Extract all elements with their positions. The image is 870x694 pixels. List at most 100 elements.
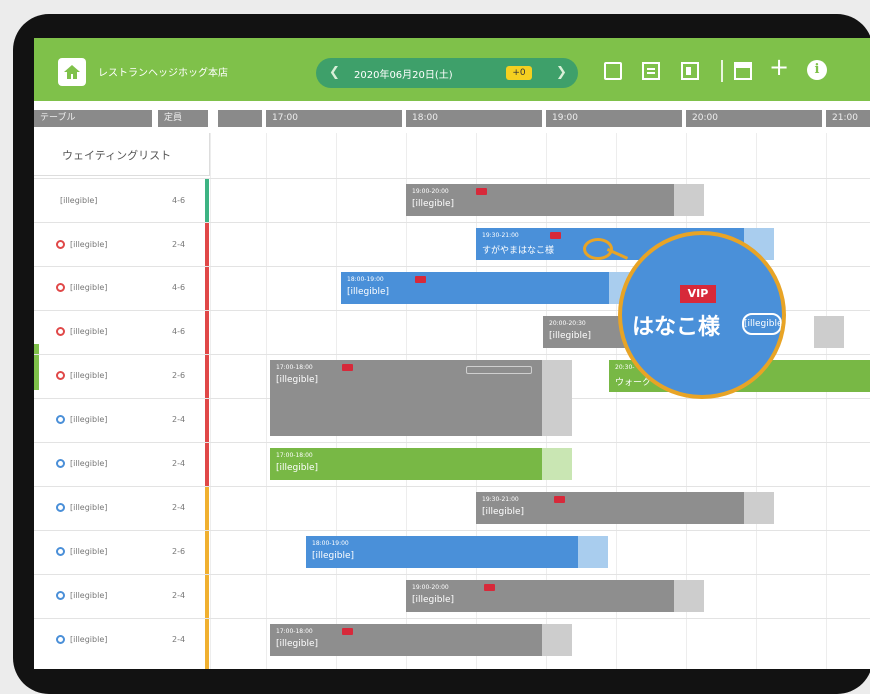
table-name: [illegible]: [70, 591, 108, 600]
no-entry-icon: [56, 240, 65, 249]
status-bar-pending: [205, 486, 209, 669]
table-capacity: 4-6: [172, 327, 186, 336]
reservation-time: 17:00-18:00: [276, 452, 313, 459]
table-capacity: 4-6: [172, 196, 186, 205]
add-reservation-button[interactable]: +: [769, 55, 789, 79]
grid-line: [34, 530, 870, 531]
waiting-list[interactable]: ウェイティングリスト: [34, 133, 210, 176]
home-button[interactable]: [58, 58, 86, 86]
reservation-block[interactable]: 19:00-20:00 [illegible]: [406, 580, 674, 612]
walk-in-tag: [466, 366, 532, 374]
guest-count-badge: [illegible]: [742, 313, 782, 335]
reservation-block[interactable]: 18:00-19:00 [illegible]: [306, 536, 578, 568]
table-name: [illegible]: [70, 371, 108, 380]
available-icon: [56, 591, 65, 600]
no-entry-icon: [56, 283, 65, 292]
available-icon: [56, 459, 65, 468]
reservation-block[interactable]: 17:00-18:00 [illegible]: [270, 624, 542, 656]
prev-day-button[interactable]: ❮: [329, 65, 340, 80]
vip-badge: [342, 364, 353, 371]
calendar-icon[interactable]: [604, 62, 622, 80]
list-icon[interactable]: [642, 62, 660, 80]
side-drawer-tab[interactable]: [34, 344, 39, 390]
current-date: 2020年06月20日(土): [354, 70, 453, 81]
reservation-name: [illegible]: [482, 507, 525, 517]
reservation-buffer: [542, 360, 572, 436]
reservation-time: 19:30-21:00: [482, 232, 519, 239]
reservation-block[interactable]: 19:00-20:00 [illegible]: [406, 184, 674, 216]
vip-badge: [484, 584, 495, 591]
vip-badge: [554, 496, 565, 503]
layout-icon[interactable]: [681, 62, 699, 80]
home-icon: [64, 65, 80, 79]
table-capacity: 4-6: [172, 283, 186, 292]
table-name: [illegible]: [70, 635, 108, 644]
store-name: レストランヘッジホッグ本店: [98, 68, 228, 79]
reservation-block[interactable]: 19:30-21:00 [illegible]: [476, 492, 744, 524]
reservation-buffer: [674, 184, 704, 216]
table-capacity: 2-4: [172, 635, 186, 644]
reservation-buffer: [674, 580, 704, 612]
reservation-buffer: [814, 316, 844, 348]
reservation-time: 20:30-: [615, 364, 635, 371]
table-name: [illegible]: [70, 503, 108, 512]
table-capacity: 2-4: [172, 415, 186, 424]
reservation-buffer: [542, 448, 572, 480]
time-header-spacer: [218, 110, 262, 127]
print-icon[interactable]: [734, 62, 752, 80]
reservation-block[interactable]: 17:00-18:00 [illegible]: [270, 448, 542, 480]
table-name: [illegible]: [70, 283, 108, 292]
time-header: 19:00: [546, 110, 682, 127]
info-icon[interactable]: i: [807, 60, 827, 80]
grid-line: [34, 574, 870, 575]
reservation-buffer: [542, 624, 572, 656]
table-column-header: テーブル: [34, 110, 152, 127]
reservation-time: 19:30-21:00: [482, 496, 519, 503]
reservation-name: [illegible]: [276, 375, 319, 385]
time-header: 20:00: [686, 110, 822, 127]
reservation-time: 20:00-20:30: [549, 320, 586, 327]
vip-badge: [342, 628, 353, 635]
toolbar-divider: [721, 60, 723, 82]
table-capacity: 2-4: [172, 459, 186, 468]
waiting-list-label: ウェイティングリスト: [62, 149, 172, 162]
magnifier-callout: VIP はなこ様 [illegible]: [618, 231, 786, 399]
reservation-time: 17:00-18:00: [276, 628, 313, 635]
grid-line: [34, 486, 870, 487]
status-bar-available: [205, 179, 209, 222]
date-selector: ❮ 2020年06月20日(土) +0 ❯: [316, 58, 578, 88]
reservation-time: 17:00-18:00: [276, 364, 313, 371]
capacity-column-header: 定員: [158, 110, 208, 127]
vip-badge: [415, 276, 426, 283]
table-capacity: 2-4: [172, 503, 186, 512]
reservation-name: すがやまはなこ様: [482, 246, 555, 256]
reservation-buffer: [744, 492, 774, 524]
table-capacity: 2-6: [172, 547, 186, 556]
reservation-block[interactable]: 17:00-18:00 [illegible]: [270, 360, 542, 436]
next-day-button[interactable]: ❯: [556, 65, 567, 80]
table-name: [illegible]: [60, 196, 98, 205]
table-name: [illegible]: [70, 327, 108, 336]
grid-line: [34, 618, 870, 619]
available-icon: [56, 415, 65, 424]
reservation-name: [illegible]: [276, 463, 319, 473]
table-name: [illegible]: [70, 547, 108, 556]
reservation-name: [illegible]: [276, 639, 319, 649]
grid-line: [34, 442, 870, 443]
grid-line: [826, 133, 827, 669]
available-icon: [56, 503, 65, 512]
grid-line: [210, 133, 211, 669]
top-bar: レストランヘッジホッグ本店 ❮ 2020年06月20日(土) +0 ❯ + i: [34, 38, 870, 101]
table-capacity: 2-6: [172, 371, 186, 380]
available-icon: [56, 547, 65, 556]
reservation-name: [illegible]: [549, 331, 592, 341]
time-header: 17:00: [266, 110, 402, 127]
reservation-buffer: [578, 536, 608, 568]
grid-line: [34, 222, 870, 223]
table-name: [illegible]: [70, 240, 108, 249]
reservation-name: [illegible]: [312, 551, 355, 561]
time-header: 21:00: [826, 110, 870, 127]
reservation-name: [illegible]: [347, 287, 390, 297]
reservation-block[interactable]: 18:00-19:00 [illegible]: [341, 272, 609, 304]
vip-badge: [550, 232, 561, 239]
